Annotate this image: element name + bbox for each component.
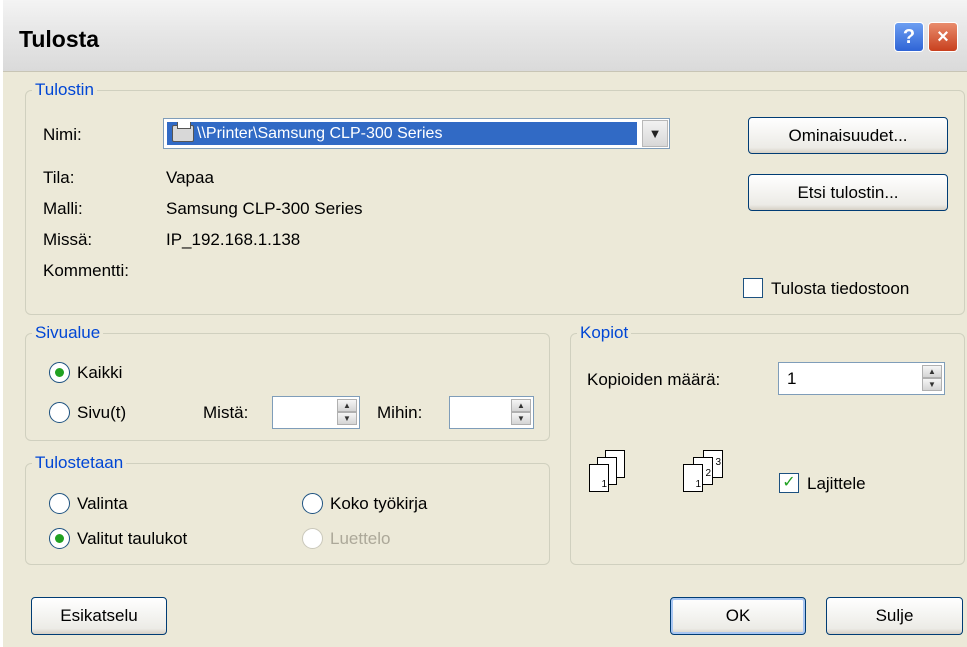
all-pages-label[interactable]: Kaikki [77, 363, 122, 383]
status-label: Tila: [43, 168, 75, 187]
type-label: Malli: [43, 199, 83, 218]
pages-radio[interactable] [49, 402, 70, 423]
printer-name-label: Nimi: [43, 125, 82, 144]
printer-group-legend: Tulostin [35, 80, 94, 99]
print-what-legend: Tulostetaan [35, 453, 124, 472]
collate-illustration-icon: 1 [587, 450, 647, 510]
to-label: Mihin: [377, 403, 423, 422]
printer-icon [172, 122, 194, 142]
copies-legend: Kopiot [580, 323, 629, 342]
table-radio [302, 528, 323, 549]
from-page-stepper[interactable]: ▲ ▼ [272, 396, 360, 429]
find-printer-button[interactable]: Etsi tulostin... [748, 174, 948, 211]
where-value: IP_192.168.1.138 [166, 230, 301, 249]
ok-button[interactable]: OK [670, 597, 806, 635]
spin-up-icon[interactable]: ▲ [511, 399, 531, 412]
all-pages-radio[interactable] [49, 362, 70, 383]
page-icon: 1 [683, 464, 703, 492]
copies-stepper[interactable]: 1 ▲ ▼ [778, 362, 945, 395]
comment-label: Kommentti: [43, 261, 129, 280]
printer-select[interactable]: \\Printer\Samsung CLP-300 Series ▼ [163, 118, 670, 149]
type-value: Samsung CLP-300 Series [166, 199, 363, 218]
page-number: 1 [695, 479, 701, 490]
print-to-file-label[interactable]: Tulosta tiedostoon [771, 279, 909, 299]
selection-label[interactable]: Valinta [77, 494, 128, 514]
print-dialog: Tulosta ? × Tulostin Nimi: \\Printer\Sam… [0, 0, 967, 647]
properties-button[interactable]: Ominaisuudet... [748, 117, 948, 154]
page-number: 2 [705, 468, 711, 479]
window-title: Tulosta [19, 26, 100, 52]
copies-spin-buttons[interactable]: ▲ ▼ [922, 365, 942, 392]
where-label: Missä: [43, 230, 93, 249]
pages-label[interactable]: Sivu(t) [77, 403, 126, 423]
entire-workbook-label[interactable]: Koko työkirja [330, 494, 427, 514]
selection-radio[interactable] [49, 493, 70, 514]
title-bar[interactable]: Tulosta ? × [3, 0, 967, 72]
page-number: 3 [715, 457, 721, 468]
active-sheets-label[interactable]: Valitut taulukot [77, 529, 187, 549]
spin-down-icon[interactable]: ▼ [511, 412, 531, 425]
page-range-legend: Sivualue [35, 323, 101, 342]
collate-checkbox[interactable]: ✓ [779, 473, 799, 493]
spin-up-icon[interactable]: ▲ [922, 365, 942, 378]
spin-down-icon[interactable]: ▼ [337, 412, 357, 425]
to-page-stepper[interactable]: ▲ ▼ [449, 396, 534, 429]
active-sheets-radio[interactable] [49, 528, 70, 549]
chevron-down-icon[interactable]: ▼ [642, 120, 668, 147]
preview-button[interactable]: Esikatselu [31, 597, 167, 635]
print-to-file-checkbox[interactable] [743, 278, 763, 298]
cancel-button[interactable]: Sulje [826, 597, 963, 635]
collate-label[interactable]: Lajittele [807, 474, 866, 494]
page-icon: 1 [589, 464, 609, 492]
to-spin-buttons[interactable]: ▲ ▼ [511, 399, 531, 426]
help-icon[interactable]: ? [894, 22, 924, 52]
table-label: Luettelo [330, 529, 391, 548]
printer-select-text: \\Printer\Samsung CLP-300 Series [197, 125, 443, 142]
from-label: Mistä: [203, 403, 249, 422]
entire-workbook-radio[interactable] [302, 493, 323, 514]
collate-illustration-icon-2: 3 2 1 [681, 450, 751, 510]
printer-select-value: \\Printer\Samsung CLP-300 Series [167, 122, 637, 145]
spin-up-icon[interactable]: ▲ [337, 399, 357, 412]
copies-group: Kopiot [570, 323, 965, 565]
copies-value: 1 [787, 369, 797, 388]
page-number: 1 [601, 479, 607, 490]
close-icon[interactable]: × [928, 22, 958, 52]
from-spin-buttons[interactable]: ▲ ▼ [337, 399, 357, 426]
status-value: Vapaa [166, 168, 214, 187]
spin-down-icon[interactable]: ▼ [922, 378, 942, 391]
copies-count-label: Kopioiden määrä: [587, 370, 721, 389]
